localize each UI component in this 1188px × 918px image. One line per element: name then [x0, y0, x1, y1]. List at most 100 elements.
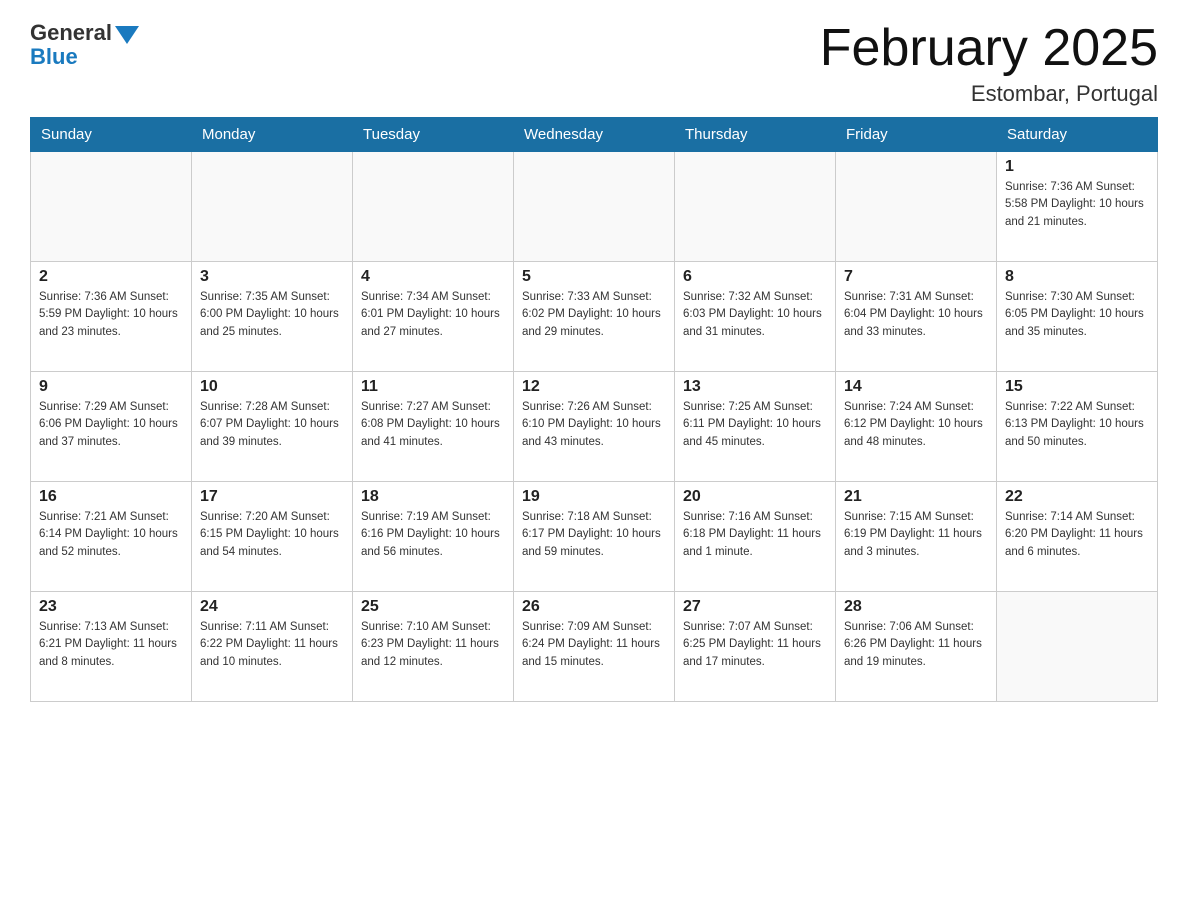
- day-header-wednesday: Wednesday: [514, 118, 675, 152]
- day-number: 18: [361, 488, 505, 506]
- calendar-cell: 8 Sunrise: 7:30 AM Sunset: 6:05 PM Daylig…: [997, 262, 1158, 372]
- day-info: Sunrise: 7:11 AM Sunset: 6:22 PM Dayligh…: [200, 619, 344, 671]
- logo-blue-text: Blue: [30, 44, 78, 70]
- day-header-row: SundayMondayTuesdayWednesdayThursdayFrid…: [31, 118, 1158, 152]
- day-info: Sunrise: 7:19 AM Sunset: 6:16 PM Dayligh…: [361, 509, 505, 561]
- day-info: Sunrise: 7:22 AM Sunset: 6:13 PM Dayligh…: [1005, 399, 1149, 451]
- day-number: 11: [361, 378, 505, 396]
- day-number: 27: [683, 598, 827, 616]
- day-info: Sunrise: 7:10 AM Sunset: 6:23 PM Dayligh…: [361, 619, 505, 671]
- day-number: 19: [522, 488, 666, 506]
- day-number: 26: [522, 598, 666, 616]
- calendar-cell: 3 Sunrise: 7:35 AM Sunset: 6:00 PM Daylig…: [192, 262, 353, 372]
- week-row-2: 2 Sunrise: 7:36 AM Sunset: 5:59 PM Daylig…: [31, 262, 1158, 372]
- day-number: 8: [1005, 268, 1149, 286]
- calendar-cell: 4 Sunrise: 7:34 AM Sunset: 6:01 PM Daylig…: [353, 262, 514, 372]
- page-header: General Blue February 2025 Estombar, Por…: [30, 20, 1158, 107]
- calendar-cell: 27 Sunrise: 7:07 AM Sunset: 6:25 PM Dayli…: [675, 592, 836, 702]
- day-header-sunday: Sunday: [31, 118, 192, 152]
- calendar-cell: 5Sunrise: 7:33 AM Sunset: 6:02 PM Daylig…: [514, 262, 675, 372]
- calendar-cell: 12 Sunrise: 7:26 AM Sunset: 6:10 PM Dayli…: [514, 372, 675, 482]
- calendar-cell: 7 Sunrise: 7:31 AM Sunset: 6:04 PM Daylig…: [836, 262, 997, 372]
- day-number: 5: [522, 268, 666, 286]
- day-info: Sunrise: 7:25 AM Sunset: 6:11 PM Dayligh…: [683, 399, 827, 451]
- calendar-cell: [836, 152, 997, 262]
- day-number: 2: [39, 268, 183, 286]
- day-number: 24: [200, 598, 344, 616]
- day-number: 14: [844, 378, 988, 396]
- calendar-cell: 18 Sunrise: 7:19 AM Sunset: 6:16 PM Dayli…: [353, 482, 514, 592]
- day-info: Sunrise: 7:35 AM Sunset: 6:00 PM Dayligh…: [200, 289, 344, 341]
- day-number: 21: [844, 488, 988, 506]
- calendar-title: February 2025: [820, 20, 1158, 77]
- calendar-cell: 1 Sunrise: 7:36 AM Sunset: 5:58 PM Daylig…: [997, 152, 1158, 262]
- day-info: Sunrise: 7:32 AM Sunset: 6:03 PM Dayligh…: [683, 289, 827, 341]
- day-header-tuesday: Tuesday: [353, 118, 514, 152]
- calendar-cell: 16Sunrise: 7:21 AM Sunset: 6:14 PM Dayli…: [31, 482, 192, 592]
- day-info: Sunrise: 7:36 AM Sunset: 5:59 PM Dayligh…: [39, 289, 183, 341]
- day-info: Sunrise: 7:34 AM Sunset: 6:01 PM Dayligh…: [361, 289, 505, 341]
- day-info: Sunrise: 7:18 AM Sunset: 6:17 PM Dayligh…: [522, 509, 666, 561]
- day-info: Sunrise: 7:06 AM Sunset: 6:26 PM Dayligh…: [844, 619, 988, 671]
- day-number: 9: [39, 378, 183, 396]
- calendar-cell: 2 Sunrise: 7:36 AM Sunset: 5:59 PM Daylig…: [31, 262, 192, 372]
- logo-general-text: General: [30, 20, 112, 46]
- calendar-cell: [192, 152, 353, 262]
- calendar-cell: 21 Sunrise: 7:15 AM Sunset: 6:19 PM Dayli…: [836, 482, 997, 592]
- week-row-4: 16Sunrise: 7:21 AM Sunset: 6:14 PM Dayli…: [31, 482, 1158, 592]
- day-header-friday: Friday: [836, 118, 997, 152]
- calendar-cell: 28 Sunrise: 7:06 AM Sunset: 6:26 PM Dayli…: [836, 592, 997, 702]
- day-header-monday: Monday: [192, 118, 353, 152]
- calendar-cell: 17Sunrise: 7:20 AM Sunset: 6:15 PM Dayli…: [192, 482, 353, 592]
- calendar-subtitle: Estombar, Portugal: [820, 81, 1158, 107]
- calendar-cell: 13 Sunrise: 7:25 AM Sunset: 6:11 PM Dayli…: [675, 372, 836, 482]
- week-row-1: 1 Sunrise: 7:36 AM Sunset: 5:58 PM Daylig…: [31, 152, 1158, 262]
- calendar-cell: 26 Sunrise: 7:09 AM Sunset: 6:24 PM Dayli…: [514, 592, 675, 702]
- day-number: 28: [844, 598, 988, 616]
- day-info: Sunrise: 7:36 AM Sunset: 5:58 PM Dayligh…: [1005, 179, 1149, 231]
- day-info: Sunrise: 7:09 AM Sunset: 6:24 PM Dayligh…: [522, 619, 666, 671]
- day-info: Sunrise: 7:16 AM Sunset: 6:18 PM Dayligh…: [683, 509, 827, 561]
- day-info: Sunrise: 7:31 AM Sunset: 6:04 PM Dayligh…: [844, 289, 988, 341]
- day-info: Sunrise: 7:26 AM Sunset: 6:10 PM Dayligh…: [522, 399, 666, 451]
- calendar-cell: [997, 592, 1158, 702]
- calendar-cell: 20Sunrise: 7:16 AM Sunset: 6:18 PM Dayli…: [675, 482, 836, 592]
- day-info: Sunrise: 7:30 AM Sunset: 6:05 PM Dayligh…: [1005, 289, 1149, 341]
- calendar-cell: 10 Sunrise: 7:28 AM Sunset: 6:07 PM Dayli…: [192, 372, 353, 482]
- day-info: Sunrise: 7:28 AM Sunset: 6:07 PM Dayligh…: [200, 399, 344, 451]
- day-number: 6: [683, 268, 827, 286]
- logo-triangle-icon: [115, 26, 139, 44]
- day-info: Sunrise: 7:07 AM Sunset: 6:25 PM Dayligh…: [683, 619, 827, 671]
- calendar-cell: 24 Sunrise: 7:11 AM Sunset: 6:22 PM Dayli…: [192, 592, 353, 702]
- week-row-5: 23 Sunrise: 7:13 AM Sunset: 6:21 PM Dayli…: [31, 592, 1158, 702]
- day-info: Sunrise: 7:21 AM Sunset: 6:14 PM Dayligh…: [39, 509, 183, 561]
- day-header-saturday: Saturday: [997, 118, 1158, 152]
- day-number: 13: [683, 378, 827, 396]
- logo: General Blue: [30, 20, 139, 70]
- day-number: 25: [361, 598, 505, 616]
- day-number: 23: [39, 598, 183, 616]
- day-number: 1: [1005, 158, 1149, 176]
- week-row-3: 9 Sunrise: 7:29 AM Sunset: 6:06 PM Daylig…: [31, 372, 1158, 482]
- day-info: Sunrise: 7:20 AM Sunset: 6:15 PM Dayligh…: [200, 509, 344, 561]
- calendar-cell: 22Sunrise: 7:14 AM Sunset: 6:20 PM Dayli…: [997, 482, 1158, 592]
- day-info: Sunrise: 7:24 AM Sunset: 6:12 PM Dayligh…: [844, 399, 988, 451]
- calendar-cell: 15 Sunrise: 7:22 AM Sunset: 6:13 PM Dayli…: [997, 372, 1158, 482]
- day-info: Sunrise: 7:15 AM Sunset: 6:19 PM Dayligh…: [844, 509, 988, 561]
- day-info: Sunrise: 7:14 AM Sunset: 6:20 PM Dayligh…: [1005, 509, 1149, 561]
- day-number: 3: [200, 268, 344, 286]
- calendar-cell: 14 Sunrise: 7:24 AM Sunset: 6:12 PM Dayli…: [836, 372, 997, 482]
- calendar-table: SundayMondayTuesdayWednesdayThursdayFrid…: [30, 117, 1158, 702]
- day-number: 10: [200, 378, 344, 396]
- day-number: 15: [1005, 378, 1149, 396]
- day-info: Sunrise: 7:29 AM Sunset: 6:06 PM Dayligh…: [39, 399, 183, 451]
- calendar-cell: 23 Sunrise: 7:13 AM Sunset: 6:21 PM Dayli…: [31, 592, 192, 702]
- day-number: 12: [522, 378, 666, 396]
- day-header-thursday: Thursday: [675, 118, 836, 152]
- calendar-cell: 19 Sunrise: 7:18 AM Sunset: 6:17 PM Dayli…: [514, 482, 675, 592]
- day-number: 4: [361, 268, 505, 286]
- day-info: Sunrise: 7:13 AM Sunset: 6:21 PM Dayligh…: [39, 619, 183, 671]
- calendar-cell: [514, 152, 675, 262]
- day-number: 7: [844, 268, 988, 286]
- calendar-cell: 25 Sunrise: 7:10 AM Sunset: 6:23 PM Dayli…: [353, 592, 514, 702]
